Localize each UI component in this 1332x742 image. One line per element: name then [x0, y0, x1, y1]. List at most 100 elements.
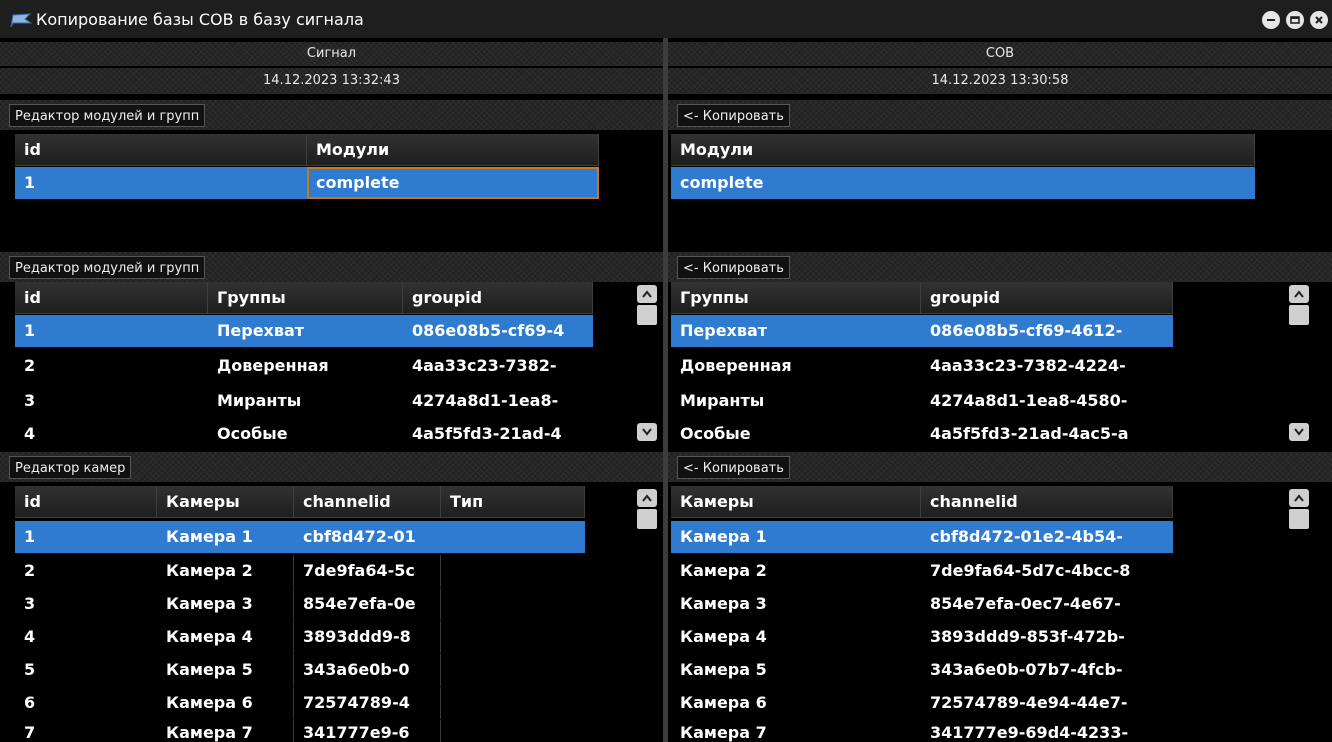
- table-row-cell-id[interactable]: 1: [15, 167, 307, 199]
- scroll-down-button[interactable]: [637, 423, 657, 441]
- table-row-cell-channelid[interactable]: 72574789-4: [294, 687, 441, 719]
- window-title: Копирование базы СОВ в базу сигнала: [36, 10, 364, 29]
- table-row-cell-channelid[interactable]: cbf8d472-01e2-4b54-: [921, 521, 1173, 553]
- chevron-up-icon: [642, 290, 652, 298]
- table-row-cell-id[interactable]: 6: [15, 687, 157, 719]
- scrollbar-thumb[interactable]: [637, 509, 657, 529]
- table-row-cell-channelid[interactable]: 854e7efa-0e: [294, 588, 441, 620]
- table-row-cell-id[interactable]: 2: [15, 555, 157, 587]
- table-row-cell-channelid[interactable]: 854e7efa-0ec7-4e67-: [921, 588, 1173, 620]
- table-row-cell-groupid[interactable]: 4274a8d1-1ea8-4580-: [921, 385, 1173, 417]
- scroll-up-button[interactable]: [637, 285, 657, 303]
- right-db-date: 14.12.2023 13:30:58: [668, 68, 1332, 94]
- column-header-channelid[interactable]: channelid: [294, 486, 441, 518]
- scrollbar-thumb[interactable]: [1289, 509, 1309, 529]
- table-row-cell-camera[interactable]: Камера 1: [157, 521, 294, 553]
- table-row-cell-channelid[interactable]: 341777e9-69d4-4233-: [921, 720, 1173, 742]
- table-row-cell-camera[interactable]: Камера 7: [671, 720, 921, 742]
- table-row-cell-group[interactable]: Перехват: [671, 315, 921, 347]
- table-row-cell-camera[interactable]: Камера 6: [157, 687, 294, 719]
- table-row-cell-groupid[interactable]: 4aa33c23-7382-4224-: [921, 350, 1173, 382]
- column-header-id[interactable]: id: [15, 282, 208, 314]
- table-row-cell-groupid[interactable]: 4aa33c23-7382-: [403, 350, 593, 382]
- table-row-cell-camera[interactable]: Камера 2: [671, 555, 921, 587]
- table-row-cell-camera[interactable]: Камера 5: [671, 654, 921, 686]
- column-header-modules[interactable]: Модули: [307, 134, 599, 166]
- table-row-cell-camera[interactable]: Камера 4: [157, 621, 294, 653]
- table-row-cell-channelid[interactable]: 343a6e0b-07b7-4fcb-: [921, 654, 1173, 686]
- table-row-cell-channelid[interactable]: 7de9fa64-5d7c-4bcc-8: [921, 555, 1173, 587]
- table-row-cell-group[interactable]: Миранты: [208, 385, 403, 417]
- table-row-cell-group[interactable]: Доверенная: [208, 350, 403, 382]
- copy-modules-button[interactable]: <- Копировать: [677, 104, 790, 127]
- table-row-cell-type[interactable]: [441, 521, 585, 553]
- modules-editor-button[interactable]: Редактор модулей и групп: [9, 104, 206, 127]
- table-row-cell-channelid[interactable]: 7de9fa64-5c: [294, 555, 441, 587]
- table-row-cell-camera[interactable]: Камера 3: [671, 588, 921, 620]
- flag-icon: [10, 13, 32, 28]
- copy-cameras-button[interactable]: <- Копировать: [677, 456, 790, 479]
- table-row-cell-module[interactable]: complete: [307, 167, 599, 199]
- table-row-cell-id[interactable]: 1: [15, 521, 157, 553]
- table-row-cell-module[interactable]: complete: [671, 167, 1255, 199]
- scrollbar-thumb[interactable]: [637, 305, 657, 325]
- table-row-cell-groupid[interactable]: 4274a8d1-1ea8-: [403, 385, 593, 417]
- column-header-type[interactable]: Тип: [441, 486, 585, 518]
- table-row-cell-groupid[interactable]: 086e08b5-cf69-4: [403, 315, 593, 347]
- table-row-cell-channelid[interactable]: 72574789-4e94-44e7-: [921, 687, 1173, 719]
- scroll-up-button[interactable]: [637, 489, 657, 507]
- table-row-cell-camera[interactable]: Камера 5: [157, 654, 294, 686]
- table-row-cell-channelid[interactable]: cbf8d472-01: [294, 521, 441, 553]
- table-row-cell-channelid[interactable]: 343a6e0b-0: [294, 654, 441, 686]
- table-row-cell-camera[interactable]: Камера 4: [671, 621, 921, 653]
- table-row-cell-id[interactable]: 7: [15, 720, 157, 742]
- column-header-channelid[interactable]: channelid: [921, 486, 1173, 518]
- groups-editor-button[interactable]: Редактор модулей и групп: [9, 256, 206, 279]
- chevron-up-icon: [1294, 290, 1304, 298]
- column-header-groups[interactable]: Группы: [208, 282, 403, 314]
- table-row-cell-group[interactable]: Перехват: [208, 315, 403, 347]
- right-db-title: СОВ: [668, 42, 1332, 66]
- column-header-groupid[interactable]: groupid: [921, 282, 1173, 314]
- table-row-cell-channelid[interactable]: 3893ddd9-8: [294, 621, 441, 653]
- table-row-cell-camera[interactable]: Камера 6: [671, 687, 921, 719]
- table-row-cell-id[interactable]: 3: [15, 588, 157, 620]
- scroll-up-button[interactable]: [1289, 285, 1309, 303]
- column-header-groups[interactable]: Группы: [671, 282, 921, 314]
- table-row-cell-id[interactable]: 1: [15, 315, 208, 347]
- column-header-cameras[interactable]: Камеры: [671, 486, 921, 518]
- table-row-cell-group[interactable]: Особые: [208, 418, 403, 444]
- table-row-cell-channelid[interactable]: 3893ddd9-853f-472b-: [921, 621, 1173, 653]
- table-row-cell-camera[interactable]: Камера 2: [157, 555, 294, 587]
- scroll-up-button[interactable]: [1289, 489, 1309, 507]
- table-row-cell-id[interactable]: 2: [15, 350, 208, 382]
- column-header-id[interactable]: id: [15, 134, 307, 166]
- table-row-cell-id[interactable]: 5: [15, 654, 157, 686]
- table-row-cell-groupid[interactable]: 086e08b5-cf69-4612-: [921, 315, 1173, 347]
- scroll-down-button[interactable]: [1289, 423, 1309, 441]
- restore-button[interactable]: [1286, 11, 1304, 29]
- minimize-button[interactable]: [1262, 11, 1280, 29]
- column-header-groupid[interactable]: groupid: [403, 282, 593, 314]
- table-row-cell-id[interactable]: 4: [15, 621, 157, 653]
- table-row-cell-camera[interactable]: Камера 1: [671, 521, 921, 553]
- table-row-cell-groupid[interactable]: 4a5f5fd3-21ad-4: [403, 418, 593, 444]
- table-row-cell-id[interactable]: 4: [15, 418, 208, 444]
- table-row-cell-groupid[interactable]: 4a5f5fd3-21ad-4ac5-a: [921, 418, 1173, 444]
- copy-groups-button[interactable]: <- Копировать: [677, 256, 790, 279]
- table-row-cell-channelid[interactable]: 341777e9-6: [294, 720, 441, 742]
- close-button[interactable]: [1310, 11, 1328, 29]
- column-header-id[interactable]: id: [15, 486, 157, 518]
- table-row-cell-group[interactable]: Миранты: [671, 385, 921, 417]
- table-row-cell-group[interactable]: Доверенная: [671, 350, 921, 382]
- table-row-cell-camera[interactable]: Камера 3: [157, 588, 294, 620]
- table-row-cell-group[interactable]: Особые: [671, 418, 921, 444]
- table-row-cell-id[interactable]: 3: [15, 385, 208, 417]
- column-header-modules[interactable]: Модули: [671, 134, 1255, 166]
- scrollbar-thumb[interactable]: [1289, 305, 1309, 325]
- cameras-editor-button[interactable]: Редактор камер: [9, 456, 132, 479]
- column-header-cameras[interactable]: Камеры: [157, 486, 294, 518]
- chevron-up-icon: [1294, 494, 1304, 502]
- panel-divider[interactable]: [663, 38, 668, 742]
- table-row-cell-camera[interactable]: Камера 7: [157, 720, 294, 742]
